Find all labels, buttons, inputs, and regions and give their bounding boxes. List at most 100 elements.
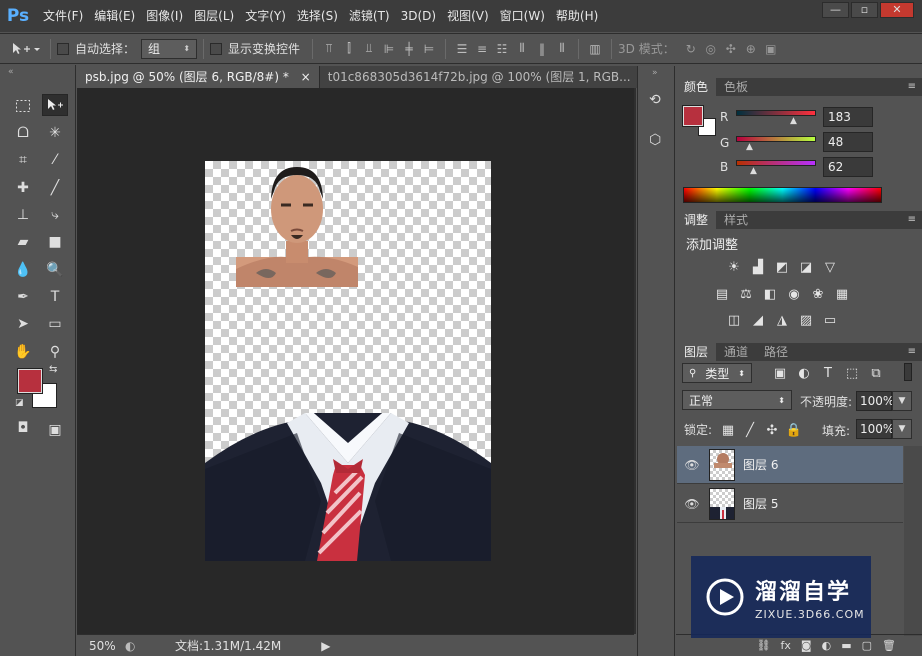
levels-icon[interactable]: ▟ [750,259,766,275]
align-top-icon[interactable]: ⫪ [320,40,338,58]
crop-tool-icon[interactable]: ⌗ [10,149,36,171]
new-group-icon[interactable]: ▬ [841,639,851,652]
invert-icon[interactable]: ◫ [726,312,742,328]
history-brush-tool-icon[interactable]: ⤷ [42,204,68,226]
show-transform-checkbox[interactable] [210,42,223,55]
menu-help[interactable]: 帮助(H) [551,5,603,27]
default-colors-icon[interactable]: ◪ [15,398,24,408]
shape-tool-icon[interactable]: ▭ [42,313,68,335]
3d-slide-icon[interactable]: ⊕ [742,40,760,58]
distribute-vcenter-icon[interactable]: ≡ [473,40,491,58]
quick-mask-icon[interactable]: ◘ [10,417,36,439]
fill-dropdown-icon[interactable]: ▼ [892,419,912,439]
hand-tool-icon[interactable]: ✋ [10,341,36,363]
document-canvas[interactable] [205,161,491,561]
lock-all-icon[interactable]: 🔒 [786,422,802,438]
brush-icon[interactable]: ╱ [42,177,68,199]
new-adjustment-icon[interactable]: ◐ [822,639,832,652]
posterize-icon[interactable]: ◢ [750,312,766,328]
panel-menu-icon[interactable]: ≡ [908,81,916,92]
healing-brush-tool-icon[interactable]: ✚ [10,177,36,199]
eye-icon[interactable]: 👁 [677,497,707,511]
distribute-bottom-icon[interactable]: ☷ [493,40,511,58]
panel-menu-icon[interactable]: ≡ [908,214,916,225]
r-slider[interactable] [736,110,816,116]
panel-menu-icon[interactable]: ≡ [908,346,916,357]
screen-mode-icon[interactable]: ▣ [42,419,68,441]
auto-align-icon[interactable]: ▥ [586,40,604,58]
align-bottom-icon[interactable]: ⫫ [360,40,378,58]
layer-row-6[interactable]: 👁 图层 6 [677,446,903,484]
vertical-scrollbar[interactable] [634,88,636,634]
3d-rotate-icon[interactable]: ↻ [682,40,700,58]
collapse-icon[interactable]: » [652,68,658,78]
status-arrow-icon[interactable]: ▶ [321,639,330,653]
lock-pixels-icon[interactable]: ╱ [742,422,758,438]
minimize-button[interactable]: — [822,2,849,18]
exposure-icon[interactable]: ◪ [798,259,814,275]
delete-layer-icon[interactable]: 🗑 [882,639,896,652]
3d-panel-icon[interactable]: ⬡ [649,132,661,148]
g-value-input[interactable]: 48 [823,132,873,152]
lock-transparent-icon[interactable]: ▦ [720,422,736,438]
link-layers-icon[interactable]: ⛓ [757,639,771,652]
tab-channels[interactable]: 通道 [716,343,756,361]
new-layer-icon[interactable]: ▢ [862,639,872,652]
maximize-button[interactable]: ▫ [851,2,878,18]
layer-filter-dropdown[interactable]: ⚲ 类型 ⬍ [682,363,752,383]
foreground-color-swatch[interactable] [17,368,43,394]
photo-filter-icon[interactable]: ◉ [786,286,802,302]
zoom-tool-icon[interactable]: ⚲ [42,341,68,363]
lock-position-icon[interactable]: ✣ [764,422,780,438]
blend-mode-dropdown[interactable]: 正常 ⬍ [682,390,792,410]
menu-file[interactable]: 文件(F) [38,5,88,27]
vibrance-icon[interactable]: ▽ [822,259,838,275]
distribute-left-icon[interactable]: ⦀ [513,40,531,58]
auto-select-checkbox[interactable] [57,42,69,55]
b-value-input[interactable]: 62 [823,157,873,177]
add-mask-icon[interactable]: ◙ [801,639,812,652]
color-lookup-icon[interactable]: ▦ [834,286,850,302]
lasso-tool-icon[interactable]: ᗝ [10,122,36,144]
marquee-tool-icon[interactable] [10,95,36,117]
channel-mixer-icon[interactable]: ❀ [810,286,826,302]
canvas-area[interactable] [77,88,634,634]
hue-saturation-icon[interactable]: ▤ [714,286,730,302]
layer-name[interactable]: 图层 6 [743,456,778,473]
tab-layers[interactable]: 图层 [676,343,717,361]
pen-tool-icon[interactable]: ✒ [10,286,36,308]
black-white-icon[interactable]: ◧ [762,286,778,302]
eraser-tool-icon[interactable]: ▰ [10,231,36,253]
fill-input[interactable]: 100% [856,419,894,439]
move-tool-icon[interactable] [42,94,68,116]
threshold-icon[interactable]: ◮ [774,312,790,328]
gradient-tool-icon[interactable]: ■ [42,231,68,253]
filter-adjustment-icon[interactable]: ◐ [796,365,812,381]
tab-close-icon[interactable]: × [301,70,311,84]
g-slider-thumb[interactable]: ▲ [746,142,753,152]
menu-type[interactable]: 文字(Y) [240,5,291,27]
r-value-input[interactable]: 183 [823,107,873,127]
filter-type-icon[interactable]: T [820,365,836,381]
tab-adjustments[interactable]: 调整 [676,211,717,229]
align-right-icon[interactable]: ⊨ [420,40,438,58]
distribute-right-icon[interactable]: ⫴ [553,40,571,58]
selective-color-icon[interactable]: ▨ [798,312,814,328]
menu-layer[interactable]: 图层(L) [189,5,239,27]
color-spectrum[interactable] [683,187,882,203]
close-button[interactable]: ✕ [880,2,914,18]
3d-roll-icon[interactable]: ◎ [702,40,720,58]
distribute-hcenter-icon[interactable]: ‖ [533,40,551,58]
tab-styles[interactable]: 样式 [716,211,756,229]
move-tool-preset-icon[interactable] [7,40,43,58]
tab-psb[interactable]: psb.jpg @ 50% (图层 6, RGB/8#) * × [77,66,320,88]
layers-scrollbar[interactable] [904,446,922,636]
align-left-icon[interactable]: ⊫ [380,40,398,58]
opacity-input[interactable]: 100% [856,391,894,411]
menu-view[interactable]: 视图(V) [442,5,494,27]
eyedropper-tool-icon[interactable]: ⁄ [42,149,68,171]
panel-foreground-swatch[interactable] [682,105,704,127]
menu-3d[interactable]: 3D(D) [396,5,441,27]
b-slider[interactable] [736,160,816,166]
layer-row-5[interactable]: 👁 图层 5 [677,485,903,523]
